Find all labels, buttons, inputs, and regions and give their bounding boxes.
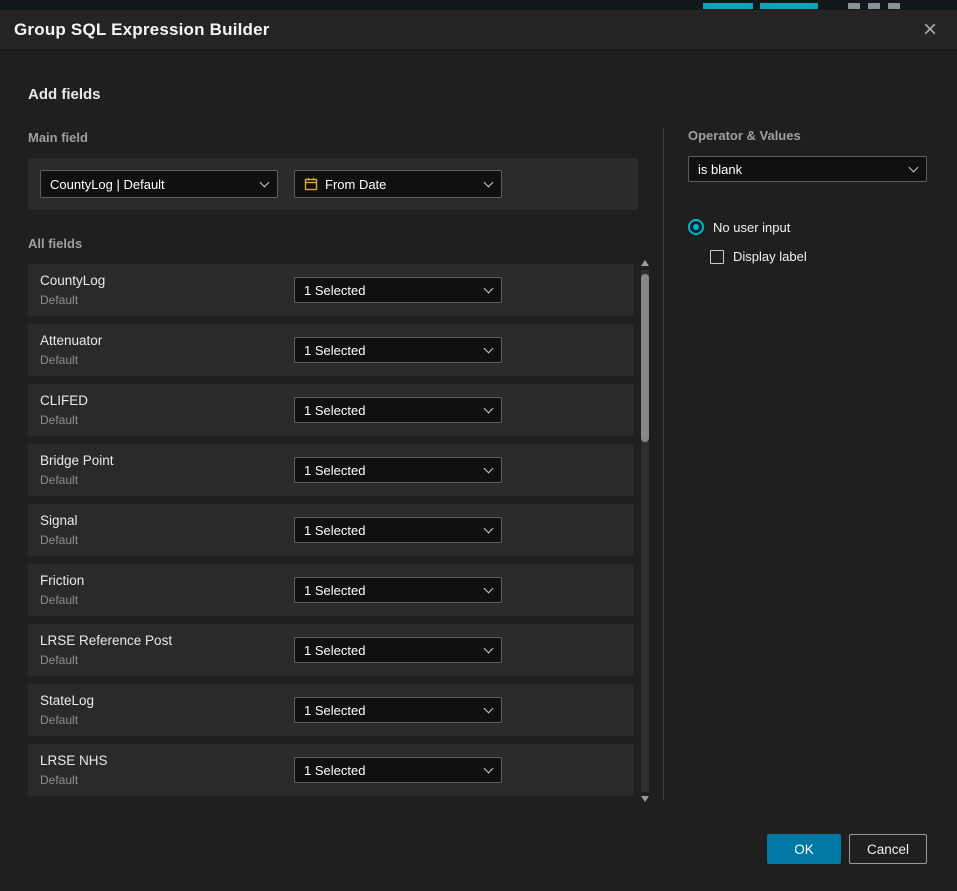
screen: Group SQL Expression Builder × Add field… — [0, 0, 957, 891]
all-fields-list: CountyLog Default 1 Selected Attenuator … — [28, 264, 634, 804]
close-icon: × — [923, 18, 937, 42]
field-subtitle: Default — [40, 773, 78, 787]
layer-select[interactable]: CountyLog | Default — [40, 170, 278, 198]
field-selected-dropdown[interactable]: 1 Selected — [294, 277, 502, 303]
background-icon-fragment — [848, 3, 860, 9]
field-row: CountyLog Default 1 Selected — [28, 264, 634, 316]
chevron-down-icon — [260, 177, 270, 187]
field-selected-dropdown[interactable]: 1 Selected — [294, 517, 502, 543]
field-selected-dropdown[interactable]: 1 Selected — [294, 577, 502, 603]
field-selected-dropdown[interactable]: 1 Selected — [294, 697, 502, 723]
field-row: LRSE NHS Default 1 Selected — [28, 744, 634, 796]
field-name: Signal — [40, 513, 78, 528]
chevron-down-icon — [484, 583, 494, 593]
chevron-down-icon — [484, 343, 494, 353]
calendar-date-icon — [304, 177, 318, 191]
operator-values-heading: Operator & Values — [688, 128, 801, 143]
background-page-sliver — [0, 0, 957, 10]
field-subtitle: Default — [40, 293, 78, 307]
field-subtitle: Default — [40, 713, 78, 727]
scrollbar-up-arrow[interactable] — [641, 260, 649, 266]
field-name: CountyLog — [40, 273, 105, 288]
layer-select-value: CountyLog | Default — [50, 177, 253, 192]
background-icon-fragment — [888, 3, 900, 9]
dialog-title: Group SQL Expression Builder — [14, 10, 270, 50]
add-fields-heading: Add fields — [28, 86, 101, 103]
no-user-input-label: No user input — [713, 220, 790, 235]
scrollbar-down-arrow[interactable] — [641, 796, 649, 802]
field-name: StateLog — [40, 693, 94, 708]
chevron-down-icon — [484, 643, 494, 653]
chevron-down-icon — [484, 763, 494, 773]
operator-select[interactable]: is blank — [688, 156, 927, 182]
field-name: CLIFED — [40, 393, 88, 408]
field-name: LRSE NHS — [40, 753, 108, 768]
field-name: Bridge Point — [40, 453, 114, 468]
field-row: LRSE Reference Post Default 1 Selected — [28, 624, 634, 676]
field-subtitle: Default — [40, 533, 78, 547]
close-button[interactable]: × — [913, 10, 947, 50]
chevron-down-icon — [484, 523, 494, 533]
field-subtitle: Default — [40, 593, 78, 607]
field-row: CLIFED Default 1 Selected — [28, 384, 634, 436]
field-selected-dropdown[interactable]: 1 Selected — [294, 457, 502, 483]
dialog-header: Group SQL Expression Builder × — [0, 10, 957, 50]
field-subtitle: Default — [40, 473, 78, 487]
chevron-down-icon — [484, 177, 494, 187]
field-selected-dropdown[interactable]: 1 Selected — [294, 337, 502, 363]
field-name: Friction — [40, 573, 84, 588]
field-selected-dropdown[interactable]: 1 Selected — [294, 637, 502, 663]
field-row: Friction Default 1 Selected — [28, 564, 634, 616]
main-field-row: CountyLog | Default From Date — [28, 158, 638, 210]
field-subtitle: Default — [40, 413, 78, 427]
field-selected-dropdown[interactable]: 1 Selected — [294, 397, 502, 423]
all-fields-label: All fields — [28, 236, 82, 251]
no-user-input-radio[interactable]: No user input — [688, 219, 790, 235]
scrollbar-thumb[interactable] — [641, 274, 649, 442]
chevron-down-icon — [484, 703, 494, 713]
operator-select-value: is blank — [698, 162, 902, 177]
background-link-fragment — [760, 3, 818, 9]
field-row: Signal Default 1 Selected — [28, 504, 634, 556]
background-icon-fragment — [868, 3, 880, 9]
field-row: Bridge Point Default 1 Selected — [28, 444, 634, 496]
field-selected-dropdown[interactable]: 1 Selected — [294, 757, 502, 783]
checkbox-unchecked-icon — [710, 250, 724, 264]
field-name: Attenuator — [40, 333, 102, 348]
chevron-down-icon — [484, 283, 494, 293]
radio-selected-icon — [688, 219, 704, 235]
background-link-fragment — [703, 3, 753, 9]
field-row: StateLog Default 1 Selected — [28, 684, 634, 736]
vertical-divider — [663, 128, 664, 800]
dialog-group-sql-expression-builder: Group SQL Expression Builder × Add field… — [0, 10, 957, 891]
main-field-label: Main field — [28, 130, 88, 145]
chevron-down-icon — [484, 463, 494, 473]
display-label-text: Display label — [733, 249, 807, 264]
field-row: Attenuator Default 1 Selected — [28, 324, 634, 376]
chevron-down-icon — [909, 162, 919, 172]
field-name: LRSE Reference Post — [40, 633, 172, 648]
field-select[interactable]: From Date — [294, 170, 502, 198]
display-label-checkbox[interactable]: Display label — [710, 249, 807, 264]
field-select-value: From Date — [325, 177, 477, 192]
chevron-down-icon — [484, 403, 494, 413]
ok-button[interactable]: OK — [767, 834, 841, 864]
cancel-button[interactable]: Cancel — [849, 834, 927, 864]
field-subtitle: Default — [40, 353, 78, 367]
field-subtitle: Default — [40, 653, 78, 667]
